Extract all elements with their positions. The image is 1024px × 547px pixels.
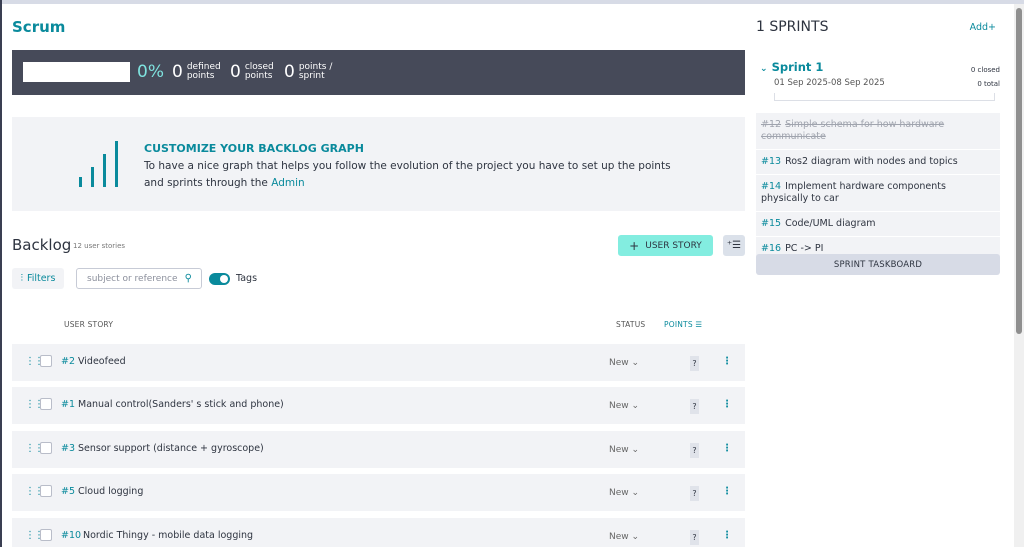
scrollbar-thumb[interactable] xyxy=(1016,8,1022,334)
points-per-sprint-stat: 0 points / sprint xyxy=(284,62,339,82)
story-subject[interactable]: Nordic Thingy - mobile data logging xyxy=(83,530,253,541)
sprint-total-count: 0 total xyxy=(977,80,1000,88)
filters-button[interactable]: ⫶ Filters xyxy=(12,268,64,289)
left-edge xyxy=(0,0,2,547)
more-options-icon[interactable]: ⋮ xyxy=(722,443,732,454)
defined-points-label-2: points xyxy=(186,71,215,81)
list-item[interactable]: #13 Ros2 diagram with nodes and topics xyxy=(756,150,1000,175)
row-checkbox[interactable] xyxy=(40,442,52,454)
table-row[interactable]: ⋮⋮ #3 Sensor support (distance + gyrosco… xyxy=(12,431,745,468)
more-options-icon[interactable]: ⋮ xyxy=(722,399,732,410)
status-dropdown[interactable]: New ⌄ xyxy=(609,401,639,411)
row-checkbox[interactable] xyxy=(40,529,52,541)
list-item[interactable]: #14 Implement hardware components physica… xyxy=(756,175,1000,212)
table-row[interactable]: ⋮⋮ #2 Videofeed New ⌄ ? ⋮ xyxy=(12,344,745,381)
story-ref[interactable]: #2 xyxy=(61,356,75,367)
backlog-summary: 0% 0 defined points 0 closed points 0 poin… xyxy=(12,50,745,95)
story-subject[interactable]: Manual control(Sanders' s stick and phon… xyxy=(78,399,284,410)
column-header-points[interactable]: POINTS ☰ xyxy=(664,320,702,329)
status-dropdown[interactable]: New ⌄ xyxy=(609,532,639,542)
row-checkbox[interactable] xyxy=(40,398,52,410)
story-ref[interactable]: #5 xyxy=(61,486,75,497)
plus-icon: + xyxy=(629,238,640,253)
add-user-story-button[interactable]: + USER STORY xyxy=(618,235,713,256)
tags-toggle[interactable] xyxy=(209,273,230,285)
add-sprint-button[interactable]: Add+ xyxy=(970,22,996,33)
backlog-title: Backlog xyxy=(12,236,72,254)
sprint-story-list: #12 Simple schema for how hardware commun… xyxy=(756,113,1000,262)
sprint-taskboard-button[interactable]: SPRINT TASKBOARD xyxy=(756,254,1000,275)
column-header-status: STATUS xyxy=(616,320,646,329)
sprint-card: ⌄ Sprint 1 01 Sep 2025-08 Sep 2025 0 clo… xyxy=(756,50,1000,111)
graph-promo-title: CUSTOMIZE YOUR BACKLOG GRAPH xyxy=(144,142,364,155)
sprint-dates: 01 Sep 2025-08 Sep 2025 xyxy=(774,78,885,88)
story-ref[interactable]: #3 xyxy=(61,443,75,454)
sprint-closed-count: 0 closed xyxy=(970,66,1000,74)
sprint-toggle[interactable]: ⌄ Sprint 1 xyxy=(760,60,823,74)
more-options-icon[interactable]: ⋮ xyxy=(722,356,732,367)
status-dropdown[interactable]: New ⌄ xyxy=(609,488,639,498)
bar-chart-icon xyxy=(75,141,125,187)
table-row[interactable]: ⋮⋮ #1 Manual control(Sanders' s stick an… xyxy=(12,387,745,424)
sliders-icon: ⫶ xyxy=(20,273,23,284)
sprints-title: 1 SPRINTS xyxy=(756,19,829,35)
list-item[interactable]: #12 Simple schema for how hardware commun… xyxy=(756,113,1000,150)
table-row[interactable]: ⋮⋮ #10 Nordic Thingy - mobile data loggi… xyxy=(12,518,745,547)
user-story-count: 12 user stories xyxy=(73,242,126,250)
more-options-icon[interactable]: ⋮ xyxy=(722,486,732,497)
sort-options-button[interactable]: ⁺☰ xyxy=(723,235,745,256)
points-per-sprint-label-2: sprint xyxy=(298,71,325,81)
status-dropdown[interactable]: New ⌄ xyxy=(609,445,639,455)
story-subject[interactable]: Cloud logging xyxy=(78,486,143,497)
status-dropdown[interactable]: New ⌄ xyxy=(609,358,639,368)
story-ref[interactable]: #1 xyxy=(61,399,75,410)
defined-points-stat: 0 defined points xyxy=(172,62,227,82)
defined-points-value: 0 xyxy=(172,62,183,82)
points-badge[interactable]: ? xyxy=(690,356,699,371)
progress-bar xyxy=(23,62,130,82)
points-badge[interactable]: ? xyxy=(690,530,699,545)
backlog-graph-promo: CUSTOMIZE YOUR BACKLOG GRAPH To have a n… xyxy=(12,117,745,211)
plus-icon: + xyxy=(988,22,996,33)
story-subject[interactable]: Sensor support (distance + gyroscope) xyxy=(78,443,264,454)
search-placeholder: subject or reference xyxy=(87,273,178,284)
graph-promo-text: To have a nice graph that helps you foll… xyxy=(144,160,671,189)
sprints-sidebar: 1 SPRINTS Add+ ⌄ Sprint 1 01 Sep 2025-08… xyxy=(756,0,1000,547)
column-header-user-story: USER STORY xyxy=(64,320,114,329)
story-subject[interactable]: Videofeed xyxy=(78,356,126,367)
progress-percent: 0% xyxy=(137,62,164,82)
search-icon: ⚲ xyxy=(184,273,192,284)
admin-link[interactable]: Admin xyxy=(271,177,304,189)
page-title: Scrum xyxy=(12,18,66,36)
closed-points-label-2: points xyxy=(244,71,273,81)
points-badge[interactable]: ? xyxy=(690,399,699,414)
main-content: Scrum 0% 0 defined points 0 closed points … xyxy=(12,0,745,547)
sort-list-icon: ⁺☰ xyxy=(726,240,742,251)
tags-label: Tags xyxy=(236,273,258,284)
row-checkbox[interactable] xyxy=(40,355,52,367)
more-options-icon[interactable]: ⋮ xyxy=(722,530,732,541)
sprint-progress-bar xyxy=(774,93,995,101)
chevron-down-icon: ⌄ xyxy=(760,64,768,74)
table-row[interactable]: ⋮⋮ #5 Cloud logging New ⌄ ? ⋮ xyxy=(12,474,745,511)
list-item[interactable]: #15 Code/UML diagram xyxy=(756,212,1000,237)
filter-lines-icon: ☰ xyxy=(695,320,703,329)
row-checkbox[interactable] xyxy=(40,485,52,497)
points-badge[interactable]: ? xyxy=(690,443,699,458)
points-per-sprint-value: 0 xyxy=(284,62,295,82)
points-badge[interactable]: ? xyxy=(690,486,699,501)
story-ref[interactable]: #10 xyxy=(61,530,81,541)
closed-points-stat: 0 closed points xyxy=(230,62,285,82)
search-input[interactable]: subject or reference ⚲ xyxy=(76,268,202,289)
closed-points-value: 0 xyxy=(230,62,241,82)
